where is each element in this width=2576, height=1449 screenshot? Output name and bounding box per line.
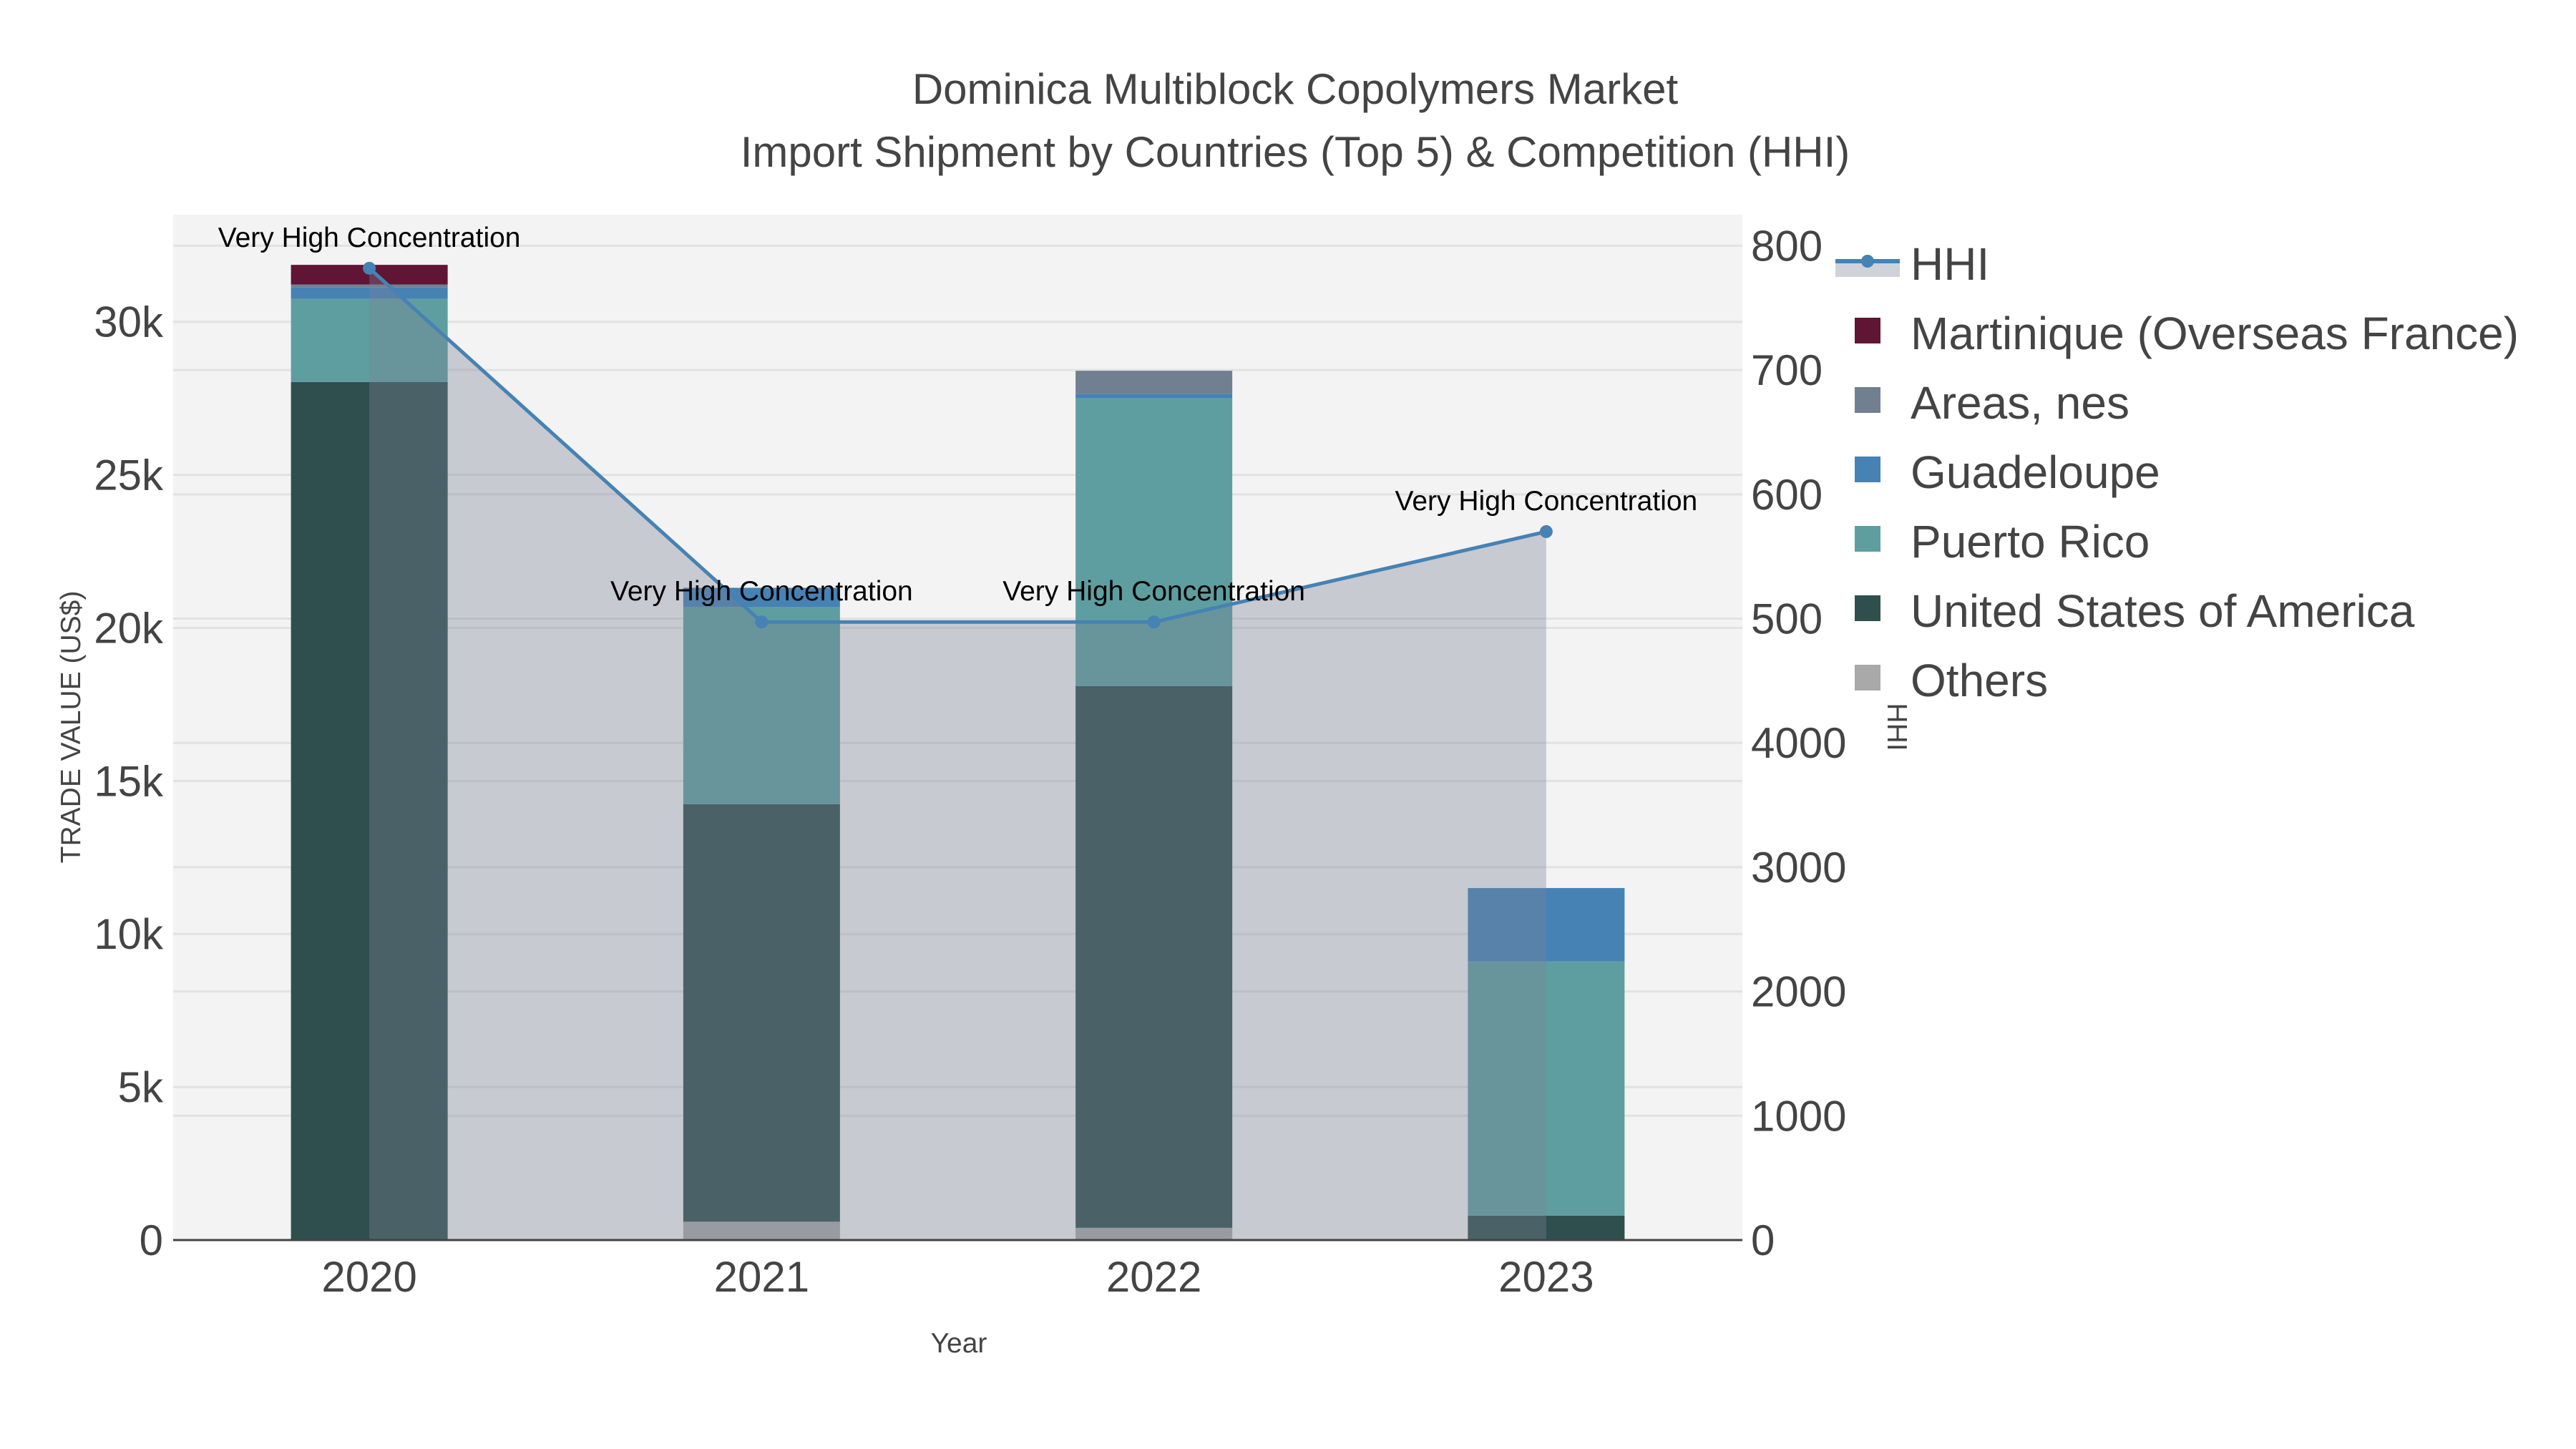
bar-segment [1075, 394, 1233, 399]
y2-tick-label: 1000 [1751, 1092, 1846, 1140]
hhi-annotation: Very High Concentration [1395, 486, 1698, 517]
y-tick-label: 5k [118, 1063, 164, 1111]
legend-swatch [1855, 318, 1880, 343]
legend-label: Martinique (Overseas France) [1911, 308, 2519, 359]
hhi-point [1539, 525, 1553, 538]
legend-swatch [1855, 387, 1880, 413]
hhi-annotation: Very High Concentration [610, 576, 913, 607]
legend: HHI Martinique (Overseas France) Areas, ne… [1835, 238, 2519, 706]
y-axis-title: TRADE VALUE (US$) [56, 591, 87, 864]
hhi-point [363, 261, 376, 275]
legend-hhi-marker [1861, 255, 1874, 268]
legend-label: Others [1911, 655, 2048, 706]
legend-swatch [1855, 457, 1880, 482]
y2-tick-label: 4000 [1751, 719, 1846, 767]
y-tick-label: 10k [94, 910, 164, 958]
legend-swatch [1855, 665, 1880, 691]
y-tick-label: 30k [94, 298, 164, 346]
hhi-point [1147, 615, 1161, 629]
y-tick-label: 0 [140, 1216, 163, 1264]
y2-tick-label: 0 [1751, 1216, 1775, 1264]
y-tick-label: 20k [94, 604, 164, 652]
legend-label: Puerto Rico [1911, 516, 2150, 567]
legend-label: Areas, nes [1911, 377, 2129, 429]
hhi-annotation: Very High Concentration [1002, 576, 1305, 607]
x-tick-label: 2020 [321, 1253, 416, 1301]
y2-tick-label: 3000 [1751, 844, 1846, 892]
chart: Very High Concentration Very High Concent… [56, 65, 2519, 1359]
chart-title: Dominica Multiblock Copolymers Market [912, 65, 1679, 113]
hhi-annotation: Very High Concentration [218, 223, 521, 253]
y2-tick-label: 2000 [1751, 968, 1846, 1016]
legend-label: HHI [1911, 238, 1989, 290]
x-tick-label: 2022 [1106, 1253, 1201, 1301]
legend-label: United States of America [1911, 585, 2415, 637]
y2-tick-label: 600 [1751, 471, 1823, 519]
y2-tick-label: 500 [1751, 595, 1823, 643]
y-tick-label: 25k [94, 452, 164, 499]
legend-label: Guadeloupe [1911, 447, 2160, 498]
bar-segment [1075, 371, 1233, 394]
y2-axis-title: HHI [1881, 703, 1912, 751]
x-tick-label: 2023 [1498, 1253, 1594, 1301]
legend-swatch [1855, 595, 1880, 621]
y2-tick-label: 700 [1751, 346, 1823, 394]
y2-tick-label: 800 [1751, 222, 1823, 270]
chart-subtitle: Import Shipment by Countries (Top 5) & C… [741, 128, 1850, 176]
x-tick-label: 2021 [714, 1253, 809, 1301]
y-tick-label: 15k [94, 757, 164, 805]
legend-swatch [1855, 526, 1880, 552]
x-axis-title: Year [931, 1328, 987, 1359]
hhi-point [755, 615, 769, 629]
